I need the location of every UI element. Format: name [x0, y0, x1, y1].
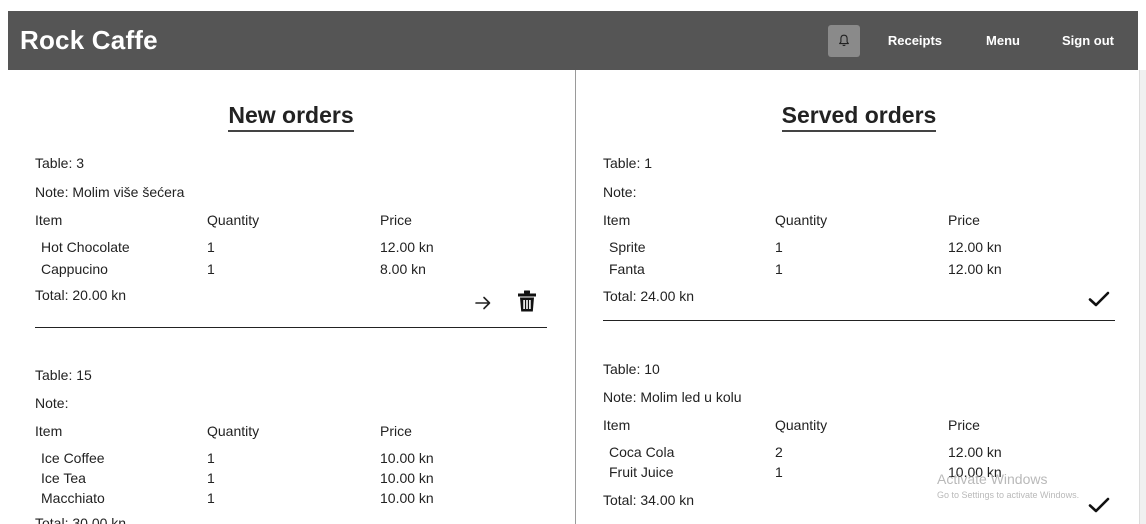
- item-quantity: 1: [775, 261, 783, 277]
- order-note: Note:: [603, 184, 637, 200]
- order-item-row: Fruit Juice 1 10.00 kn: [603, 464, 1115, 482]
- notifications-button[interactable]: [827, 24, 860, 57]
- mark-served-button[interactable]: [1085, 493, 1113, 517]
- sign-out-link[interactable]: Sign out: [1062, 33, 1114, 48]
- item-name: Fruit Juice: [609, 464, 674, 480]
- new-orders-heading: New orders: [35, 102, 547, 132]
- item-price: 10.00 kn: [948, 464, 1002, 480]
- served-order-card: Table: 10 Note: Molim led u kolu Item Qu…: [603, 361, 1115, 521]
- order-item-row: Ice Tea 1 10.00 kn: [35, 470, 547, 488]
- served-orders-column: Served orders Table: 1 Note: Item Quanti…: [603, 70, 1115, 524]
- order-total: Total: 24.00 kn: [603, 288, 695, 304]
- item-price: 12.00 kn: [948, 261, 1002, 277]
- item-name: Coca Cola: [609, 444, 675, 460]
- nav-menu-link[interactable]: Menu: [986, 33, 1020, 48]
- item-column-header: Item: [603, 212, 631, 228]
- scrollbar-track[interactable]: [1139, 70, 1146, 524]
- item-name: Ice Coffee: [41, 450, 105, 466]
- order-separator: [603, 320, 1115, 321]
- nav-receipts-link[interactable]: Receipts: [888, 33, 942, 48]
- order-items-header: Item Quantity Price: [603, 212, 1115, 230]
- order-item-row: Coca Cola 2 12.00 kn: [603, 444, 1115, 462]
- item-quantity: 1: [207, 490, 215, 506]
- trash-icon: [518, 290, 536, 312]
- served-orders-heading: Served orders: [603, 102, 1115, 132]
- item-price: 12.00 kn: [948, 444, 1002, 460]
- bell-icon: [838, 34, 849, 47]
- order-note: Note: Molim led u kolu: [603, 389, 742, 405]
- new-order-card: Table: 3 Note: Molim više šećera Item Qu…: [35, 155, 547, 335]
- check-icon: [1088, 497, 1110, 513]
- order-table-number: Table: 3: [35, 155, 85, 171]
- order-table-number: Table: 10: [603, 361, 660, 377]
- item-name: Hot Chocolate: [41, 239, 130, 255]
- arrow-right-icon: [475, 296, 491, 310]
- new-orders-column: New orders Table: 3 Note: Molim više šeć…: [35, 70, 547, 524]
- item-name: Fanta: [609, 261, 645, 277]
- order-item-row: Sprite 1 12.00 kn: [603, 239, 1115, 257]
- item-name: Macchiato: [41, 490, 105, 506]
- price-column-header: Price: [380, 212, 412, 228]
- order-total: Total: 34.00 kn: [603, 492, 695, 508]
- forward-order-button[interactable]: [471, 291, 495, 315]
- item-price: 10.00 kn: [380, 470, 434, 486]
- item-quantity: 1: [207, 470, 215, 486]
- price-column-header: Price: [948, 417, 980, 433]
- item-column-header: Item: [603, 417, 631, 433]
- item-quantity: 1: [207, 239, 215, 255]
- item-quantity: 1: [207, 450, 215, 466]
- item-price: 12.00 kn: [948, 239, 1002, 255]
- item-quantity: 1: [775, 239, 783, 255]
- price-column-header: Price: [948, 212, 980, 228]
- item-name: Ice Tea: [41, 470, 86, 486]
- item-name: Sprite: [609, 239, 646, 255]
- order-items-header: Item Quantity Price: [603, 417, 1115, 435]
- served-order-card: Table: 1 Note: Item Quantity Price Sprit…: [603, 155, 1115, 325]
- column-divider: [575, 70, 576, 524]
- item-quantity: 2: [775, 444, 783, 460]
- order-items-header: Item Quantity Price: [35, 423, 547, 441]
- quantity-column-header: Quantity: [207, 212, 260, 228]
- mark-served-button[interactable]: [1085, 287, 1113, 311]
- item-price: 12.00 kn: [380, 239, 434, 255]
- order-total: Total: 30.00 kn: [35, 515, 127, 524]
- quantity-column-header: Quantity: [207, 423, 260, 439]
- order-table-number: Table: 1: [603, 155, 653, 171]
- order-item-row: Fanta 1 12.00 kn: [603, 261, 1115, 279]
- order-total: Total: 20.00 kn: [35, 287, 127, 303]
- price-column-header: Price: [380, 423, 412, 439]
- item-price: 8.00 kn: [380, 261, 426, 277]
- item-name: Cappucino: [41, 261, 108, 277]
- order-items-header: Item Quantity Price: [35, 212, 547, 230]
- item-price: 10.00 kn: [380, 490, 434, 506]
- order-note: Note:: [35, 395, 69, 411]
- item-column-header: Item: [35, 423, 63, 439]
- order-item-row: Hot Chocolate 1 12.00 kn: [35, 239, 547, 257]
- order-item-row: Macchiato 1 10.00 kn: [35, 490, 547, 508]
- item-quantity: 1: [207, 261, 215, 277]
- item-column-header: Item: [35, 212, 63, 228]
- item-price: 10.00 kn: [380, 450, 434, 466]
- app-title: Rock Caffe: [20, 25, 158, 55]
- item-quantity: 1: [775, 464, 783, 480]
- nav-links: Receipts Menu Sign out: [827, 11, 1138, 70]
- top-navbar: Rock Caffe Receipts Menu Sign out: [8, 11, 1138, 70]
- order-note: Note: Molim više šećera: [35, 184, 185, 200]
- order-item-row: Ice Coffee 1 10.00 kn: [35, 450, 547, 468]
- order-table-number: Table: 15: [35, 367, 92, 383]
- quantity-column-header: Quantity: [775, 212, 828, 228]
- order-item-row: Cappucino 1 8.00 kn: [35, 261, 547, 279]
- check-icon: [1088, 291, 1110, 307]
- delete-order-button[interactable]: [514, 287, 540, 315]
- order-separator: [35, 327, 547, 328]
- quantity-column-header: Quantity: [775, 417, 828, 433]
- new-order-card: Table: 15 Note: Item Quantity Price Ice …: [35, 367, 547, 524]
